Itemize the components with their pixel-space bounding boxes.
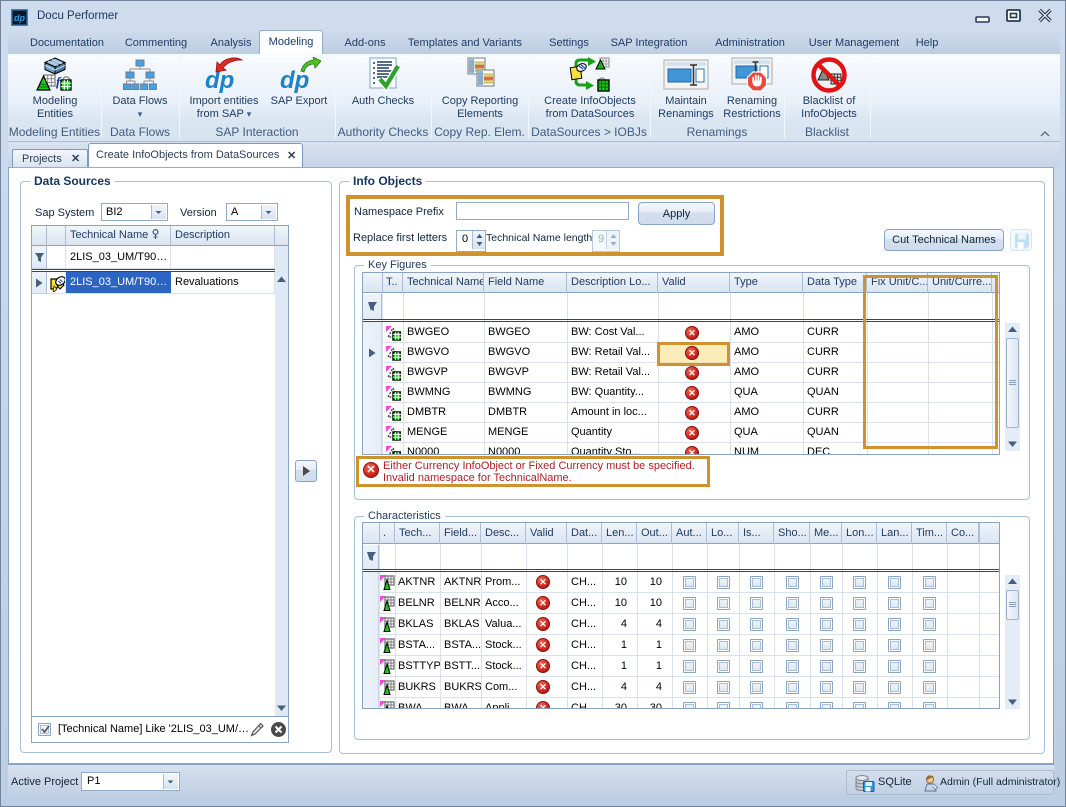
svg-text:dp: dp [280, 67, 309, 93]
svg-text:dp: dp [14, 13, 25, 23]
